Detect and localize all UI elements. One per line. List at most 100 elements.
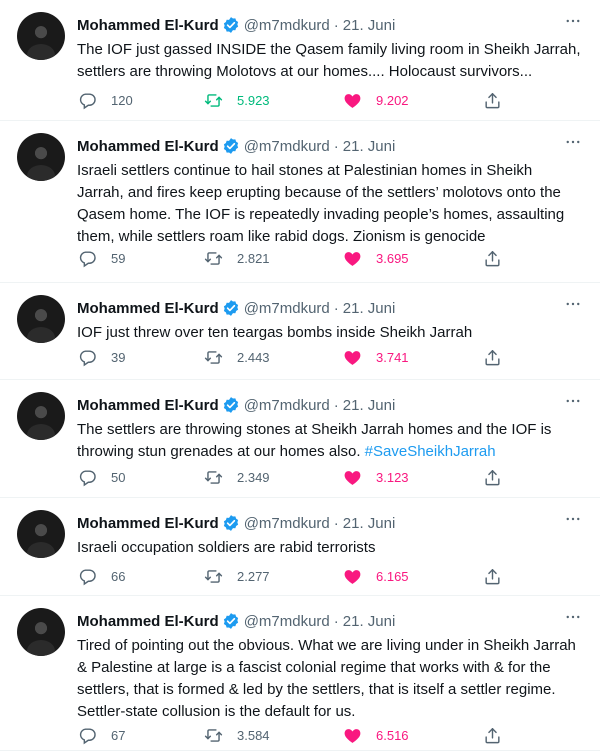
retweet-arrows-icon [204,726,223,745]
verified-badge-icon [222,16,240,34]
tweet-text: Israeli occupation soldiers are rabid te… [77,537,582,559]
more-options-button[interactable] [562,12,584,34]
reply-count: 67 [111,727,126,743]
tweet-date[interactable]: 21. Juni [343,17,396,34]
like-count: 9.202 [376,92,409,108]
retweet-arrows-icon [204,348,223,367]
share-button[interactable] [483,565,502,587]
tweet-body: IOF just threw over ten teargas bombs in… [77,324,473,341]
tweet-header: Mohammed El-Kurd @m7mdkurd · 21. Juni [77,512,600,534]
more-options-button[interactable] [562,392,584,414]
avatar[interactable] [17,392,65,440]
author-name[interactable]: Mohammed El-Kurd [77,138,219,155]
more-options-button[interactable] [562,133,584,155]
share-button[interactable] [483,466,502,488]
retweet-button[interactable]: 2.277 [204,565,270,587]
share-upload-icon [483,726,502,745]
retweet-arrows-icon [204,249,223,268]
tweet-date[interactable]: 21. Juni [343,138,396,155]
tweet-text: Israeli settlers continue to hail stones… [77,160,582,248]
speech-bubble-icon [78,91,97,110]
retweet-button[interactable]: 2.349 [204,466,270,488]
separator-dot: · [333,16,339,34]
retweet-button[interactable]: 2.821 [204,247,270,269]
tweet[interactable]: Mohammed El-Kurd @m7mdkurd · 21. Juni Is… [0,121,600,283]
retweet-button[interactable]: 5.923 [204,89,270,111]
tweet-text: The IOF just gassed INSIDE the Qasem fam… [77,39,582,83]
more-options-button[interactable] [562,608,584,630]
author-name[interactable]: Mohammed El-Kurd [77,515,219,532]
reply-button[interactable]: 67 [78,724,125,746]
author-name[interactable]: Mohammed El-Kurd [77,613,219,630]
avatar[interactable] [17,510,65,558]
share-button[interactable] [483,346,502,368]
tweet[interactable]: Mohammed El-Kurd @m7mdkurd · 21. Juni Th… [0,0,600,121]
like-button[interactable]: 3.123 [343,466,409,488]
more-options-button[interactable] [562,295,584,317]
author-handle[interactable]: @m7mdkurd [244,138,330,155]
reply-button[interactable]: 120 [78,89,133,111]
tweet[interactable]: Mohammed El-Kurd @m7mdkurd · 21. Juni Ti… [0,596,600,751]
heart-filled-icon [343,249,362,268]
tweet-date[interactable]: 21. Juni [343,397,396,414]
author-name[interactable]: Mohammed El-Kurd [77,300,219,317]
verified-badge-icon [222,137,240,155]
heart-filled-icon [343,348,362,367]
heart-filled-icon [343,91,362,110]
like-button[interactable]: 3.695 [343,247,409,269]
share-upload-icon [483,567,502,586]
tweet-header: Mohammed El-Kurd @m7mdkurd · 21. Juni [77,610,600,632]
tweet-date[interactable]: 21. Juni [343,300,396,317]
hashtag-link[interactable]: #SaveSheikhJarrah [365,443,496,460]
more-dots-icon [564,608,582,631]
share-button[interactable] [483,247,502,269]
tweet-header: Mohammed El-Kurd @m7mdkurd · 21. Juni [77,14,600,36]
reply-button[interactable]: 50 [78,466,125,488]
tweet[interactable]: Mohammed El-Kurd @m7mdkurd · 21. Juni IO… [0,283,600,380]
like-button[interactable]: 9.202 [343,89,409,111]
author-handle[interactable]: @m7mdkurd [244,17,330,34]
retweet-count: 2.443 [237,349,270,365]
verified-badge-icon [222,612,240,630]
author-handle[interactable]: @m7mdkurd [244,397,330,414]
reply-button[interactable]: 39 [78,346,125,368]
like-count: 6.165 [376,568,409,584]
avatar[interactable] [17,295,65,343]
like-button[interactable]: 6.165 [343,565,409,587]
author-handle[interactable]: @m7mdkurd [244,300,330,317]
like-count: 6.516 [376,727,409,743]
avatar[interactable] [17,608,65,656]
tweet-text: Tired of pointing out the obvious. What … [77,635,582,723]
reply-button[interactable]: 59 [78,247,125,269]
author-name[interactable]: Mohammed El-Kurd [77,17,219,34]
like-button[interactable]: 3.741 [343,346,409,368]
tweet[interactable]: Mohammed El-Kurd @m7mdkurd · 21. Juni Is… [0,498,600,596]
author-handle[interactable]: @m7mdkurd [244,515,330,532]
retweet-button[interactable]: 3.584 [204,724,270,746]
reply-count: 120 [111,92,133,108]
tweet-header: Mohammed El-Kurd @m7mdkurd · 21. Juni [77,394,600,416]
retweet-arrows-icon [204,567,223,586]
tweet-date[interactable]: 21. Juni [343,515,396,532]
avatar[interactable] [17,133,65,181]
like-count: 3.741 [376,349,409,365]
author-name[interactable]: Mohammed El-Kurd [77,397,219,414]
tweet-header: Mohammed El-Kurd @m7mdkurd · 21. Juni [77,135,600,157]
tweet-body: Israeli occupation soldiers are rabid te… [77,539,376,556]
tweet-header: Mohammed El-Kurd @m7mdkurd · 21. Juni [77,297,600,319]
more-dots-icon [564,392,582,415]
share-upload-icon [483,468,502,487]
more-options-button[interactable] [562,510,584,532]
tweet-date[interactable]: 21. Juni [343,613,396,630]
retweet-button[interactable]: 2.443 [204,346,270,368]
retweet-arrows-icon [204,91,223,110]
speech-bubble-icon [78,249,97,268]
share-button[interactable] [483,724,502,746]
share-button[interactable] [483,89,502,111]
like-button[interactable]: 6.516 [343,724,409,746]
reply-button[interactable]: 66 [78,565,125,587]
speech-bubble-icon [78,468,97,487]
tweet[interactable]: Mohammed El-Kurd @m7mdkurd · 21. Juni Th… [0,380,600,498]
avatar[interactable] [17,12,65,60]
author-handle[interactable]: @m7mdkurd [244,613,330,630]
